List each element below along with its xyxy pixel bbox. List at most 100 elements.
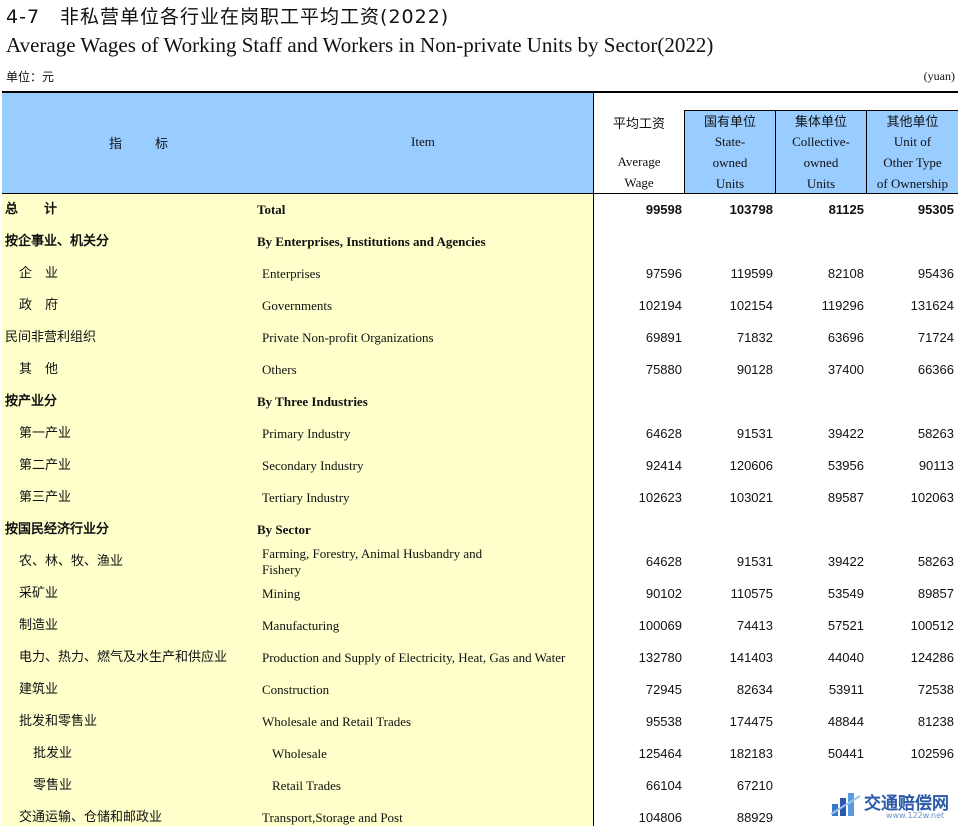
average-wage-cell: 75880 [645, 362, 682, 377]
table-row: 电力、热力、燃气及水生产和供应业 Production and Supply of… [0, 642, 965, 674]
collective-owned-cell: 44040 [827, 650, 864, 665]
header-average-wage-cn: 平均工资 [612, 117, 665, 132]
row-label-en: Retail Trades [272, 778, 341, 793]
other-ownership-cell [866, 514, 954, 546]
row-label-en: By Three Industries [257, 394, 368, 409]
row-label-cn: 按国民经济行业分 [5, 522, 110, 537]
other-ownership-cell: 90113 [918, 458, 954, 473]
row-label-cn: 农、林、牧、渔业 [19, 554, 124, 569]
header-state-owned-cn: 国有单位 [703, 115, 756, 130]
header-collective-en-2: owned [803, 155, 839, 170]
state-owned-cell: 90128 [736, 362, 773, 377]
table-title-en: Average Wages of Working Staff and Worke… [6, 33, 714, 57]
state-owned-cell: 88929 [736, 810, 773, 825]
header-collective-en-1: Collective- [792, 134, 850, 149]
collective-owned-cell: 82108 [827, 266, 864, 281]
state-owned-cell: 103798 [729, 202, 773, 217]
table-row: 交通运输、仓储和邮政业 Transport,Storage and Post 104… [0, 802, 965, 834]
other-ownership-cell: 102596 [910, 746, 954, 761]
other-ownership-cell: 131624 [910, 298, 954, 313]
state-owned-cell: 120606 [729, 458, 773, 473]
row-label-en: Farming, Forestry, Animal Husbandry and F… [262, 546, 482, 578]
collective-owned-cell: 119296 [821, 298, 864, 313]
header-collective-cn: 集体单位 [794, 115, 847, 130]
other-ownership-cell: 58263 [917, 426, 954, 441]
row-label-cn: 其 他 [19, 362, 59, 377]
header-other-cn: 其他单位 [886, 115, 939, 130]
state-owned-cell: 67210 [736, 778, 773, 793]
average-wage-cell [594, 514, 682, 546]
row-label-cn: 企 业 [19, 266, 59, 281]
row-label-en: Wholesale [272, 746, 327, 761]
state-owned-cell: 71832 [736, 330, 773, 345]
row-label-en: Others [262, 362, 297, 377]
row-label-en: Transport,Storage and Post [262, 810, 403, 825]
unit-label-en: (yuan) [923, 69, 955, 83]
table-row: 按产业分 By Three Industries [0, 386, 965, 418]
row-label-en: Manufacturing [262, 618, 340, 633]
row-label-en-line1: Farming, Forestry, Animal Husbandry and [262, 546, 483, 561]
collective-owned-cell [776, 226, 864, 258]
other-ownership-cell: 124286 [910, 650, 954, 665]
row-label-cn: 第一产业 [19, 426, 72, 441]
row-label-cn: 第三产业 [19, 490, 72, 505]
table-row: 批发业 Wholesale 125464 182183 50441 102596 [0, 738, 965, 770]
state-owned-cell: 182183 [729, 746, 773, 761]
other-ownership-cell: 72538 [917, 682, 954, 697]
row-label-en: Secondary Industry [262, 458, 364, 473]
average-wage-cell: 64628 [645, 426, 682, 441]
state-owned-cell: 174475 [729, 714, 773, 729]
row-label-cn: 总 计 [5, 202, 58, 217]
average-wage-cell: 66104 [645, 778, 682, 793]
collective-owned-cell [776, 514, 864, 546]
collective-owned-cell: 39422 [827, 426, 864, 441]
state-owned-cell: 103021 [729, 490, 773, 505]
row-label-en: By Sector [257, 522, 311, 537]
row-label-en: By Enterprises, Institutions and Agencie… [257, 234, 486, 249]
unit-label-cn: 单位：元 [6, 70, 55, 84]
table-row: 民间非营利组织 Private Non-profit Organizations 6… [0, 322, 965, 354]
table-row: 按企事业、机关分 By Enterprises, Institutions and… [0, 226, 965, 258]
row-label-en: Total [257, 202, 286, 217]
state-owned-cell: 141403 [729, 650, 773, 665]
other-ownership-cell: 95436 [917, 266, 954, 281]
header-other-ownership: 其他单位 Unit of Other Type of Ownership [866, 110, 958, 193]
header-other-en-2: Other Type [883, 155, 942, 170]
state-owned-cell [685, 226, 773, 258]
table-row: 政 府 Governments 102194 102154 119296 131624 [0, 290, 965, 322]
row-label-en: Governments [262, 298, 333, 313]
row-label-cn: 按产业分 [5, 394, 58, 409]
table-row: 企 业 Enterprises 97596 119599 82108 95436 [0, 258, 965, 290]
row-label-en: Primary Industry [262, 426, 351, 441]
row-label-cn: 批发业 [33, 746, 73, 761]
collective-owned-cell: 37400 [827, 362, 864, 377]
table-row: 批发和零售业 Wholesale and Retail Trades 95538 17… [0, 706, 965, 738]
collective-owned-cell: 53549 [827, 586, 864, 601]
header-state-owned-en-1: State- [714, 134, 746, 149]
row-label-en: Private Non-profit Organizations [262, 330, 434, 345]
average-wage-cell [594, 386, 682, 418]
average-wage-cell: 125464 [638, 746, 682, 761]
table-row: 第二产业 Secondary Industry 92414 120606 53956 90… [0, 450, 965, 482]
average-wage-cell: 99598 [645, 202, 682, 217]
average-wage-cell: 69891 [645, 330, 682, 345]
row-label-cn: 采矿业 [19, 586, 59, 601]
header-other-en-1: Unit of [893, 134, 932, 149]
other-ownership-cell [866, 226, 954, 258]
row-label-cn: 建筑业 [19, 682, 59, 697]
average-wage-cell: 102194 [638, 298, 682, 313]
header-collective-owned: 集体单位 Collective- owned Units [775, 110, 866, 193]
collective-owned-cell: 50441 [827, 746, 864, 761]
table-row: 采矿业 Mining 90102 110575 53549 89857 [0, 578, 965, 610]
state-owned-cell: 82634 [736, 682, 773, 697]
table-title-cn: 4-7 非私营单位各行业在岗职工平均工资(2022) [6, 6, 450, 28]
average-wage-cell: 90102 [645, 586, 682, 601]
table-row: 其 他 Others 75880 90128 37400 66366 [0, 354, 965, 386]
other-ownership-cell [866, 386, 954, 418]
collective-owned-cell: 81125 [828, 202, 864, 217]
other-ownership-cell: 71724 [917, 330, 954, 345]
table-row: 总 计 Total 99598 103798 81125 95305 [0, 194, 965, 226]
table-row: 农、林、牧、渔业 Farming, Forestry, Animal Husban… [0, 546, 965, 578]
watermark-url: www.122w.net [886, 811, 945, 820]
row-label-cn: 电力、热力、燃气及水生产和供应业 [19, 650, 228, 665]
